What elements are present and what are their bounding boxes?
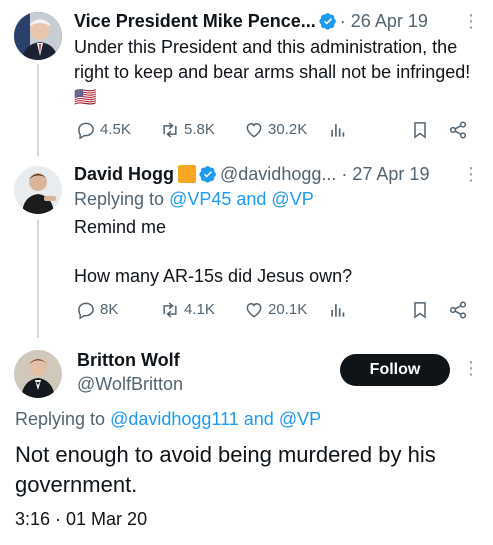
action-bar: 8K 4.1K 20.1K (76, 300, 476, 324)
thread-line (37, 64, 39, 156)
tweet-pence[interactable]: Vice President Mike Pence... · 26 Apr 19 … (0, 0, 493, 156)
share-icon (449, 301, 467, 319)
like-count: 20.1K (268, 301, 308, 318)
retweet-count: 5.8K (184, 121, 215, 138)
thread-line (37, 220, 39, 338)
bookmark-icon (414, 122, 426, 139)
share-icon (449, 121, 467, 139)
like-button[interactable]: 30.2K (244, 120, 307, 140)
avatar[interactable] (14, 350, 62, 398)
replying-to: Replying to @VP45 and @VP (74, 187, 314, 212)
reply-icon (78, 302, 94, 320)
handle[interactable]: @WolfBritton (77, 373, 183, 395)
tweet-text: Under this President and this administra… (74, 37, 471, 107)
like-icon (246, 302, 262, 318)
retweet-button[interactable]: 5.8K (160, 120, 215, 140)
reply-icon (78, 122, 94, 140)
reply-button[interactable]: 4.5K (76, 120, 131, 140)
retweet-icon (163, 302, 177, 318)
tweet-text-line2: How many AR-15s did Jesus own? (74, 266, 353, 286)
display-name[interactable]: David Hogg (74, 164, 174, 184)
follow-button[interactable]: Follow (340, 354, 450, 386)
share-button[interactable] (448, 300, 472, 320)
more-icon[interactable]: ⋮ (462, 12, 480, 30)
action-bar: 4.5K 5.8K 30.2K (76, 120, 476, 144)
like-count: 30.2K (268, 121, 308, 138)
views-icon (331, 124, 345, 137)
retweet-icon (163, 122, 177, 138)
bookmark-icon (414, 302, 426, 319)
reply-count: 4.5K (100, 121, 131, 138)
verified-icon (319, 12, 337, 30)
timestamp[interactable]: 3:16 · 01 Mar 20 (15, 507, 147, 532)
tweet-date[interactable]: · 27 Apr 19 (341, 164, 429, 184)
views-button[interactable] (328, 120, 352, 140)
like-icon (246, 122, 262, 138)
tweet-text: Not enough to avoid being murdered by hi… (15, 442, 436, 497)
tweet-text-line1: Remind me (74, 217, 167, 237)
avatar[interactable] (14, 166, 62, 214)
more-icon[interactable]: ⋮ (462, 359, 480, 377)
replying-prefix: Replying to (15, 409, 106, 429)
tweet-hogg[interactable]: David Hogg @davidhogg... · 27 Apr 19 ⋮ Re… (0, 152, 493, 338)
orange-square-emoji (178, 165, 197, 183)
tweet-header: Britton Wolf (77, 349, 180, 371)
retweet-count: 4.1K (184, 301, 215, 318)
reply-button[interactable]: 8K (76, 300, 118, 320)
display-name[interactable]: Britton Wolf (77, 350, 180, 370)
tweet-header: Vice President Mike Pence... · 26 Apr 19 (74, 10, 428, 32)
handle[interactable]: @davidhogg... (220, 164, 336, 184)
replying-prefix: Replying to (74, 189, 165, 209)
retweet-button[interactable]: 4.1K (160, 300, 215, 320)
reply-count: 8K (100, 301, 119, 318)
tweet-date[interactable]: · 26 Apr 19 (340, 11, 428, 31)
display-name[interactable]: Vice President Mike Pence... (74, 11, 316, 31)
verified-icon (199, 165, 217, 183)
like-button[interactable]: 20.1K (244, 300, 307, 320)
bookmark-button[interactable] (410, 120, 434, 140)
replying-to: Replying to @davidhogg111 and @VP (15, 407, 321, 432)
bookmark-button[interactable] (410, 300, 434, 320)
views-icon (331, 304, 345, 317)
replying-to-link[interactable]: @davidhogg111 and @VP (110, 409, 321, 429)
replying-to-link[interactable]: @VP45 and @VP (169, 189, 314, 209)
avatar[interactable] (14, 12, 62, 60)
tweet-britton-wolf[interactable]: Britton Wolf @WolfBritton Follow ⋮ Reply… (0, 337, 493, 545)
views-button[interactable] (328, 300, 352, 320)
tweet-header: David Hogg @davidhogg... · 27 Apr 19 (74, 163, 429, 185)
share-button[interactable] (448, 120, 472, 140)
more-icon[interactable]: ⋮ (462, 165, 480, 183)
